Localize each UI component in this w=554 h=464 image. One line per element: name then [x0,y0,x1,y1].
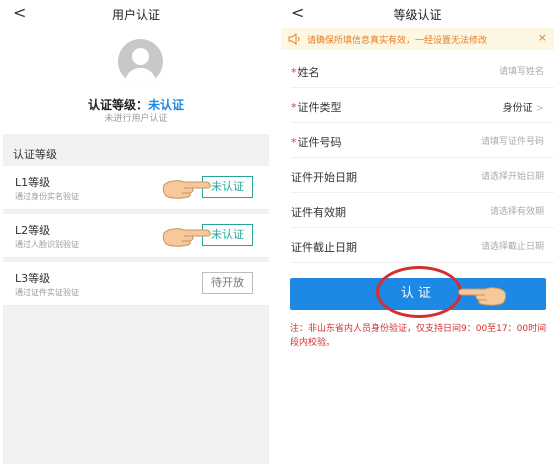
speaker-icon [288,33,300,45]
highlight-circle [376,266,462,318]
name-input[interactable]: 请填写姓名 [499,64,544,77]
name-field-row[interactable]: *姓名 请填写姓名 [281,54,554,88]
notice-text: 请确保所填信息真实有效，一经设置无法修改 [307,36,488,46]
validity-field-row[interactable]: 证件有效期 请选择有效期 [281,194,554,228]
pointing-hand-icon [162,228,211,247]
time-restriction-note: 注：非山东省内人员身份验证，仅支持日间9：00至17：00时间段内校验。 [290,324,547,348]
left-navbar: < 用户认证 [3,0,269,28]
section-header: 认证等级 [3,140,269,166]
field-label: 证件开始日期 [291,171,357,184]
required-mark: * [291,101,297,114]
field-label: *证件类型 [291,99,342,115]
pointing-hand-icon [162,180,211,199]
level-auth-screen: < 等级认证 请确保所填信息真实有效，一经设置无法修改 × *姓名 请填写姓名 … [281,0,554,464]
field-divider [291,227,554,228]
coming-soon-button-l3[interactable]: 待开放 [202,272,253,294]
notice-bar: 请确保所填信息真实有效，一经设置无法修改 × [281,28,554,50]
auth-level-subtitle: 未进行用户认证 [104,114,168,124]
auth-level-label: 认证等级： [87,98,148,112]
level-desc: 通过身份实名验证 [15,192,79,201]
field-label-text: 姓名 [297,66,320,79]
start-date-picker[interactable]: 请选择开始日期 [481,169,544,182]
id-number-field-row[interactable]: *证件号码 请填写证件号码 [281,124,554,158]
row-divider [3,209,269,210]
section-title: 认证等级 [13,148,57,161]
field-label: *证件号码 [291,134,342,150]
field-divider [291,87,554,88]
row-divider [3,257,269,258]
level-title: L2等级 [15,224,51,237]
avatar [118,39,163,84]
validity-picker[interactable]: 请选择有效期 [490,204,544,217]
field-divider [291,192,554,193]
id-type-select[interactable]: 身份证 > [503,99,544,114]
chevron-right-icon: > [535,103,544,114]
avatar-head-shape [132,48,149,65]
field-divider [291,122,554,123]
end-date-picker[interactable]: 请选择截止日期 [481,239,544,252]
id-number-input[interactable]: 请填写证件号码 [481,134,544,147]
id-type-field-row[interactable]: *证件类型 身份证 > [281,89,554,123]
field-label: *姓名 [291,64,320,80]
id-type-value: 身份证 [502,103,533,114]
field-label: 证件有效期 [291,206,346,219]
field-divider [291,157,554,158]
close-icon[interactable]: × [538,31,547,44]
profile-card: 认证等级：未认证 未进行用户认证 [3,28,269,134]
level-title: L3等级 [15,272,51,285]
screenshot-root: < 用户认证 认证等级：未认证 未进行用户认证 认证等级 L1等级 通过身份实名… [0,0,554,464]
end-date-field-row[interactable]: 证件截止日期 请选择截止日期 [281,229,554,263]
row-divider [3,305,269,306]
level-desc: 通过证件实证验证 [15,288,79,297]
level-row-l1: L1等级 通过身份实名验证 未认证 [3,166,269,210]
page-title: 等级认证 [393,8,442,22]
user-auth-screen: < 用户认证 认证等级：未认证 未进行用户认证 认证等级 L1等级 通过身份实名… [3,0,269,464]
right-navbar: < 等级认证 [281,0,554,28]
required-mark: * [291,66,297,79]
level-row-l3: L3等级 通过证件实证验证 待开放 [3,262,269,306]
avatar-body-shape [125,68,156,84]
level-title: L1等级 [15,176,51,189]
field-label: 证件截止日期 [291,241,357,254]
screen-divider [273,0,277,464]
start-date-field-row[interactable]: 证件开始日期 请选择开始日期 [281,159,554,193]
page-title: 用户认证 [111,8,160,22]
level-row-l2: L2等级 通过人脸识别验证 未认证 [3,214,269,258]
field-divider [291,262,554,263]
field-label-text: 证件类型 [297,101,342,114]
auth-level-value: 未认证 [148,98,185,112]
required-mark: * [291,136,297,149]
level-desc: 通过人脸识别验证 [15,240,79,249]
field-label-text: 证件号码 [297,136,342,149]
pointing-hand-icon [458,287,507,306]
